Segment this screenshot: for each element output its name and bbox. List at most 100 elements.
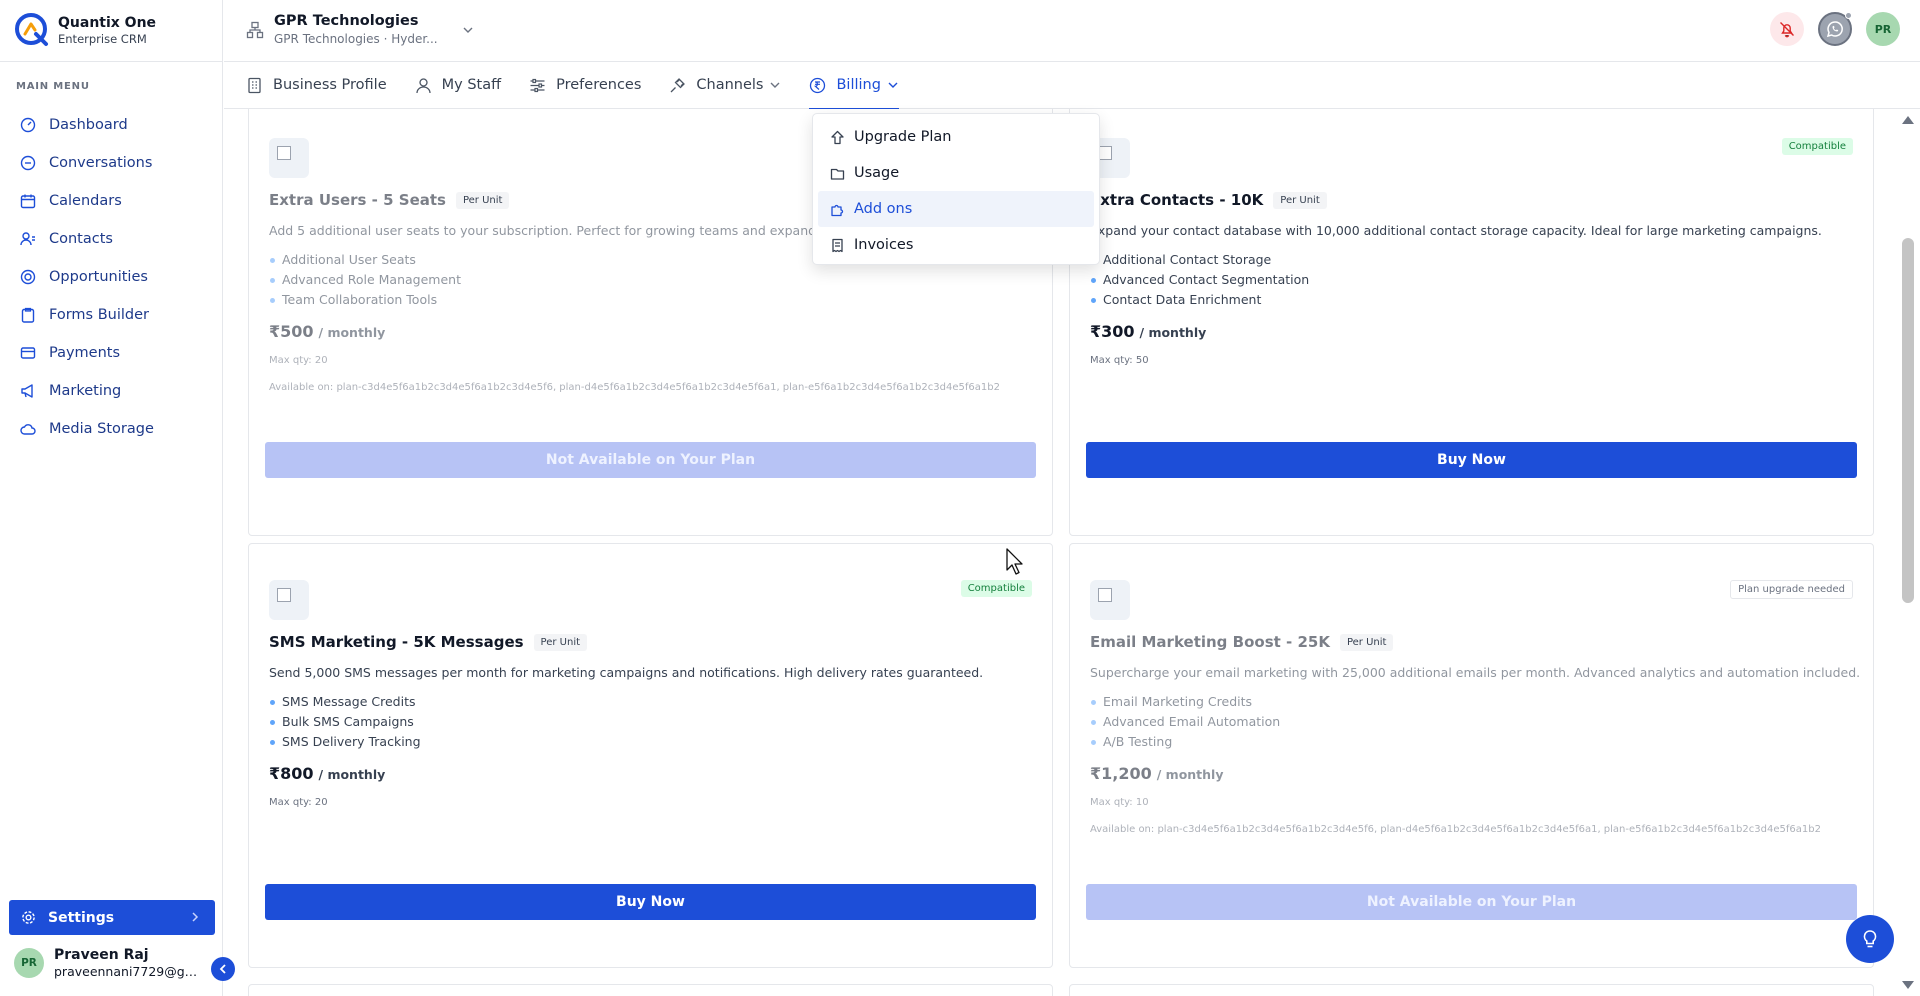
sidebar-item-payments[interactable]: Payments <box>0 334 223 372</box>
puzzle-icon <box>831 204 844 216</box>
menu-item-usage[interactable]: Usage <box>818 155 1094 191</box>
addon-title: SMS Marketing - 5K Messages <box>269 633 524 651</box>
org-switcher[interactable]: GPR Technologies GPR Technologies · Hyde… <box>246 12 473 47</box>
tab-my-staff[interactable]: My Staff <box>415 62 501 109</box>
chevron-down-icon <box>463 27 473 33</box>
scrollbar-thumb[interactable] <box>1902 238 1914 603</box>
not-available-button[interactable]: Not Available on Your Plan <box>265 442 1036 478</box>
header-avatar[interactable]: PR <box>1866 12 1900 46</box>
scroll-down-arrow-icon[interactable] <box>1902 981 1914 989</box>
whatsapp-button[interactable] <box>1818 12 1852 46</box>
max-qty: Max qty: 10 <box>1090 797 1149 808</box>
sidebar-item-calendars[interactable]: Calendars <box>0 182 223 220</box>
feature-item: SMS Message Credits <box>269 692 421 712</box>
chevron-left-icon <box>219 964 226 974</box>
tab-billing[interactable]: Billing <box>809 62 900 110</box>
top-bar: GPR Technologies GPR Technologies · Hyde… <box>224 0 1920 62</box>
sidebar-item-media-storage[interactable]: Media Storage <box>0 410 223 448</box>
price-period: / monthly <box>1139 325 1207 340</box>
sliders-icon <box>530 78 545 92</box>
addon-image <box>269 138 309 178</box>
tab-business-profile[interactable]: Business Profile <box>246 62 387 109</box>
feature-item: Team Collaboration Tools <box>269 290 461 310</box>
user-profile[interactable]: PR Praveen Raj praveennani7729@gm... <box>14 946 200 980</box>
menu-item-upgrade-plan[interactable]: Upgrade Plan <box>818 119 1094 155</box>
addon-description: Expand your contact database with 10,000… <box>1090 223 1822 238</box>
cloud-icon <box>20 424 36 435</box>
feature-item: SMS Delivery Tracking <box>269 732 421 752</box>
divider <box>0 61 223 62</box>
sidebar-item-dashboard[interactable]: Dashboard <box>0 106 223 144</box>
chevron-right-icon <box>192 912 199 922</box>
addon-title: Email Marketing Boost - 25K <box>1090 633 1330 651</box>
addon-card: Plan upgrade needed Email Marketing Boos… <box>1069 543 1874 968</box>
addon-description: Send 5,000 SMS messages per month for ma… <box>269 665 984 680</box>
chat-icon <box>20 155 36 171</box>
collapse-sidebar-button[interactable] <box>211 957 235 981</box>
addon-image <box>1090 580 1130 620</box>
whatsapp-icon <box>1826 21 1843 38</box>
tab-label: Channels <box>696 77 764 93</box>
sidebar-item-opportunities[interactable]: Opportunities <box>0 258 223 296</box>
feature-item: Advanced Email Automation <box>1090 712 1280 732</box>
max-qty: Max qty: 20 <box>269 355 328 366</box>
not-available-button[interactable]: Not Available on Your Plan <box>1086 884 1857 920</box>
sidebar: Quantix One Enterprise CRM MAIN MENU Das… <box>0 0 223 996</box>
sidebar-item-marketing[interactable]: Marketing <box>0 372 223 410</box>
folder-icon <box>830 168 845 180</box>
brand[interactable]: Quantix One Enterprise CRM <box>14 10 156 50</box>
chevron-down-icon <box>888 82 898 88</box>
feature-list: Additional Contact Storage Advanced Cont… <box>1090 250 1309 310</box>
org-tree-icon <box>246 21 264 39</box>
user-name: Praveen Raj <box>54 947 149 963</box>
scroll-up-arrow-icon[interactable] <box>1902 116 1914 124</box>
rupee-icon <box>810 77 826 93</box>
dashboard-icon <box>20 117 36 133</box>
help-button[interactable] <box>1846 915 1894 963</box>
tab-label: Preferences <box>556 77 642 93</box>
price-amount: ₹500 <box>269 322 314 341</box>
tab-label: Billing <box>836 77 881 93</box>
sidebar-item-contacts[interactable]: Contacts <box>0 220 223 258</box>
status-badge: Compatible <box>960 580 1032 597</box>
addon-card <box>1069 984 1874 996</box>
tab-preferences[interactable]: Preferences <box>529 62 641 109</box>
status-dot <box>1845 12 1852 19</box>
upgrade-icon <box>831 130 844 144</box>
addon-price: ₹300 / monthly <box>1090 322 1206 341</box>
max-qty: Max qty: 20 <box>269 797 328 808</box>
addon-card: Compatible SMS Marketing - 5K Messages P… <box>248 543 1053 968</box>
addon-card <box>248 984 1053 996</box>
price-period: / monthly <box>318 325 386 340</box>
sidebar-item-conversations[interactable]: Conversations <box>0 144 223 182</box>
menu-item-invoices[interactable]: Invoices <box>818 227 1094 263</box>
tab-channels[interactable]: Channels <box>669 62 781 109</box>
sidebar-item-label: Payments <box>49 345 121 361</box>
broken-image-icon <box>277 146 291 160</box>
settings-label: Settings <box>48 909 115 926</box>
settings-tabs: Business Profile My Staff Preferences Ch… <box>224 62 1920 110</box>
sidebar-item-settings[interactable]: Settings <box>9 900 215 935</box>
brand-name: Quantix One <box>58 14 157 31</box>
megaphone-icon <box>21 384 33 398</box>
price-amount: ₹1,200 <box>1090 764 1152 783</box>
bell-off-icon <box>1780 22 1794 38</box>
feature-list: Email Marketing Credits Advanced Email A… <box>1090 692 1280 752</box>
buy-now-button[interactable]: Buy Now <box>1086 442 1857 478</box>
addon-price: ₹1,200 / monthly <box>1090 764 1224 783</box>
menu-item-add-ons[interactable]: Add ons <box>818 191 1094 227</box>
feature-item: Advanced Role Management <box>269 270 461 290</box>
sidebar-item-forms-builder[interactable]: Forms Builder <box>0 296 223 334</box>
receipt-icon <box>832 238 843 252</box>
buy-now-button[interactable]: Buy Now <box>265 884 1036 920</box>
unit-pill: Per Unit <box>1273 191 1327 209</box>
feature-item: Additional Contact Storage <box>1090 250 1309 270</box>
status-badge: Compatible <box>1781 138 1853 155</box>
notifications-button[interactable] <box>1770 12 1804 46</box>
org-name: GPR Technologies <box>274 13 419 29</box>
unit-pill: Per Unit <box>1339 633 1394 651</box>
max-qty: Max qty: 50 <box>1090 355 1149 366</box>
building-icon <box>248 77 261 93</box>
menu-item-label: Upgrade Plan <box>854 129 952 145</box>
tab-label: Business Profile <box>273 77 387 93</box>
